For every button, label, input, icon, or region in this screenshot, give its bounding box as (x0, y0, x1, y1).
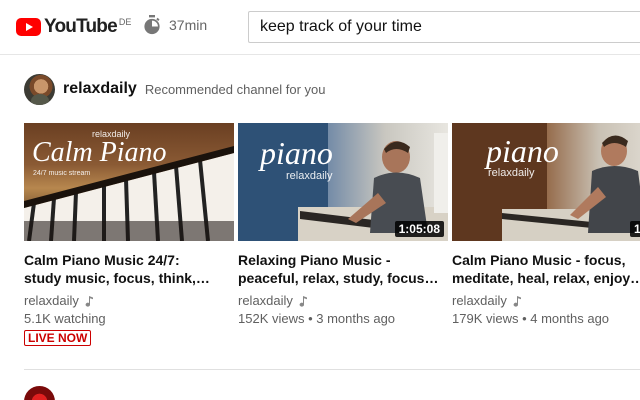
video-duration: 1:07: (629, 221, 640, 237)
top-bar: YouTube DE 37min keep track of your time (0, 0, 640, 54)
thumb-title: piano (260, 135, 333, 171)
thumb-brand: relaxdaily (488, 167, 535, 179)
thumb-title: piano (486, 133, 559, 169)
video-stats: 5.1K watching (24, 311, 106, 326)
music-note-icon (299, 295, 307, 307)
video-title-line: Calm Piano Music - focus, (452, 252, 626, 268)
timer-label: 37min (169, 17, 208, 33)
video-stats: 179K views • 4 months ago (452, 311, 610, 326)
logo-text: YouTube (44, 16, 118, 37)
next-channel-avatar[interactable] (24, 386, 55, 400)
shelf-divider (24, 369, 640, 370)
video-channel[interactable]: relaxdaily (452, 292, 507, 310)
video-channel[interactable]: relaxdaily (24, 292, 79, 310)
video-meta: relaxdaily 152K views • 3 months ago (238, 292, 448, 328)
video-channel[interactable]: relaxdaily (238, 292, 293, 310)
header-divider (0, 54, 640, 55)
thumb-brand: relaxdaily (286, 170, 333, 182)
video-title[interactable]: Calm Piano Music 24/7: study music, focu… (24, 251, 224, 287)
channel-name[interactable]: relaxdaily (63, 80, 137, 98)
video-title[interactable]: Relaxing Piano Music - peaceful, relax, … (238, 251, 438, 287)
video-card[interactable]: piano relaxdaily 1:05:08 Relaxing Piano … (238, 123, 448, 328)
youtube-logo[interactable]: YouTube DE (16, 16, 131, 38)
timer: 37min (143, 15, 207, 35)
video-duration: 1:05:08 (394, 221, 444, 237)
video-title-line: peaceful, relax, study, focus… (238, 270, 438, 286)
video-card[interactable]: piano relaxdaily 1:07: Calm Piano Music … (452, 123, 640, 328)
video-title[interactable]: Calm Piano Music - focus, meditate, heal… (452, 251, 640, 287)
video-title-line: Relaxing Piano Music - (238, 252, 391, 268)
search-query: keep track of your time (260, 18, 422, 35)
thumb-title: Calm Piano (32, 137, 167, 168)
shelf-header: relaxdaily Recommended channel for you (24, 73, 326, 105)
video-title-line: meditate, heal, relax, enjoy… (452, 270, 640, 286)
video-meta: relaxdaily 179K views • 4 months ago (452, 292, 640, 328)
music-note-icon (513, 295, 521, 307)
thumb-subtitle: 24/7 music stream (33, 170, 91, 177)
shelf-subtitle: Recommended channel for you (144, 81, 326, 97)
music-note-icon (85, 295, 93, 307)
live-badge: LIVE NOW (24, 330, 92, 346)
search-input[interactable]: keep track of your time (248, 11, 640, 43)
logo-region: DE (118, 17, 132, 27)
video-meta: relaxdaily 5.1K watching LIVE NOW (24, 292, 234, 347)
video-card[interactable]: relaxdaily Calm Piano 24/7 music stream … (24, 123, 234, 347)
youtube-play-icon (16, 18, 41, 36)
video-stats: 152K views • 3 months ago (238, 311, 396, 326)
video-title-line: study music, focus, think,… (24, 270, 210, 286)
video-thumbnail[interactable]: piano relaxdaily 1:07: (452, 123, 640, 241)
channel-avatar[interactable] (24, 73, 55, 105)
video-thumbnail[interactable]: piano relaxdaily 1:05:08 (238, 123, 448, 241)
video-title-line: Calm Piano Music 24/7: (24, 252, 180, 268)
stopwatch-icon (144, 15, 160, 35)
video-thumbnail[interactable]: relaxdaily Calm Piano 24/7 music stream (24, 123, 234, 241)
